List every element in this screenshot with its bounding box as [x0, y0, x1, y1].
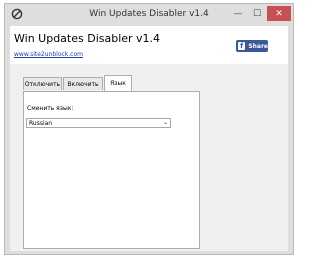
tab-enable[interactable]: Включить [63, 77, 103, 90]
app-title: Win Updates Disabler v1.4 [14, 32, 161, 45]
site-link[interactable]: www.site2unblock.com [14, 51, 83, 58]
language-label: Сменить язык: [27, 105, 74, 112]
client-area: Win Updates Disabler v1.4 www.site2unblo… [10, 26, 288, 251]
close-button[interactable]: ✕ [267, 6, 291, 21]
app-window: Win Updates Disabler v1.4 — ☐ ✕ Win Upda… [4, 3, 294, 255]
share-label: Share [248, 42, 268, 50]
language-tab-panel [23, 91, 200, 249]
selected-language: Russian [29, 119, 53, 127]
language-select[interactable]: Russian ⌄ [26, 118, 171, 128]
title-bar: Win Updates Disabler v1.4 — ☐ ✕ [5, 4, 293, 26]
facebook-icon: f [238, 42, 246, 50]
chevron-down-icon: ⌄ [162, 119, 168, 126]
header-panel: Win Updates Disabler v1.4 www.site2unblo… [10, 26, 288, 64]
facebook-share-button[interactable]: f Share [236, 40, 268, 52]
tab-disable[interactable]: Отключить [23, 77, 62, 90]
maximize-button[interactable]: ☐ [249, 6, 265, 21]
tab-language[interactable]: Язык [104, 75, 132, 91]
minimize-button[interactable]: — [230, 6, 246, 21]
